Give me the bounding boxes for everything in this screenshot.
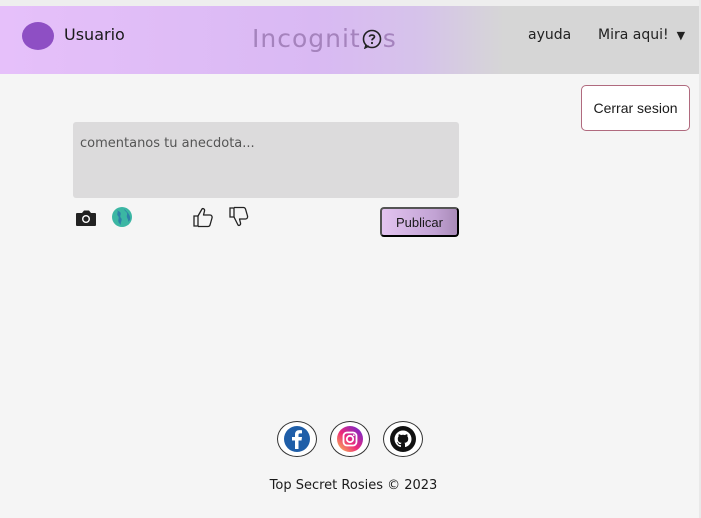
instagram-icon <box>337 426 363 452</box>
logout-button[interactable]: Cerrar sesion <box>581 85 690 131</box>
github-link[interactable] <box>383 421 423 457</box>
logo-text-right: s <box>382 23 397 53</box>
menu-dropdown-label: Mira aqui! <box>598 27 669 43</box>
globe-icon[interactable] <box>111 206 133 228</box>
camera-icon[interactable] <box>75 207 97 229</box>
publish-button[interactable]: Publicar <box>380 207 459 237</box>
caret-down-icon: ▼ <box>676 28 686 42</box>
footer-copyright: Top Secret Rosies © 2023 <box>269 478 438 493</box>
github-icon <box>390 426 416 452</box>
avatar[interactable] <box>22 22 54 50</box>
thumbs-down-icon[interactable] <box>229 205 249 229</box>
instagram-link[interactable] <box>330 421 370 457</box>
help-link[interactable]: ayuda <box>528 27 571 43</box>
menu-dropdown[interactable]: Mira aqui! ▼ <box>598 27 685 43</box>
thumbs-up-icon[interactable] <box>192 205 214 229</box>
header-bar: Usuario Incognit s ayuda Mira aqui! ▼ <box>0 6 701 74</box>
comment-textarea[interactable]: comentanos tu anecdota... <box>73 122 459 198</box>
app-logo[interactable]: Incognit s <box>252 21 397 55</box>
logo-text-left: Incognit <box>252 23 361 53</box>
comment-placeholder: comentanos tu anecdota... <box>80 136 255 151</box>
username-label[interactable]: Usuario <box>64 25 125 44</box>
facebook-link[interactable] <box>277 421 317 457</box>
question-bubble-icon <box>362 29 382 49</box>
facebook-icon <box>284 426 310 452</box>
